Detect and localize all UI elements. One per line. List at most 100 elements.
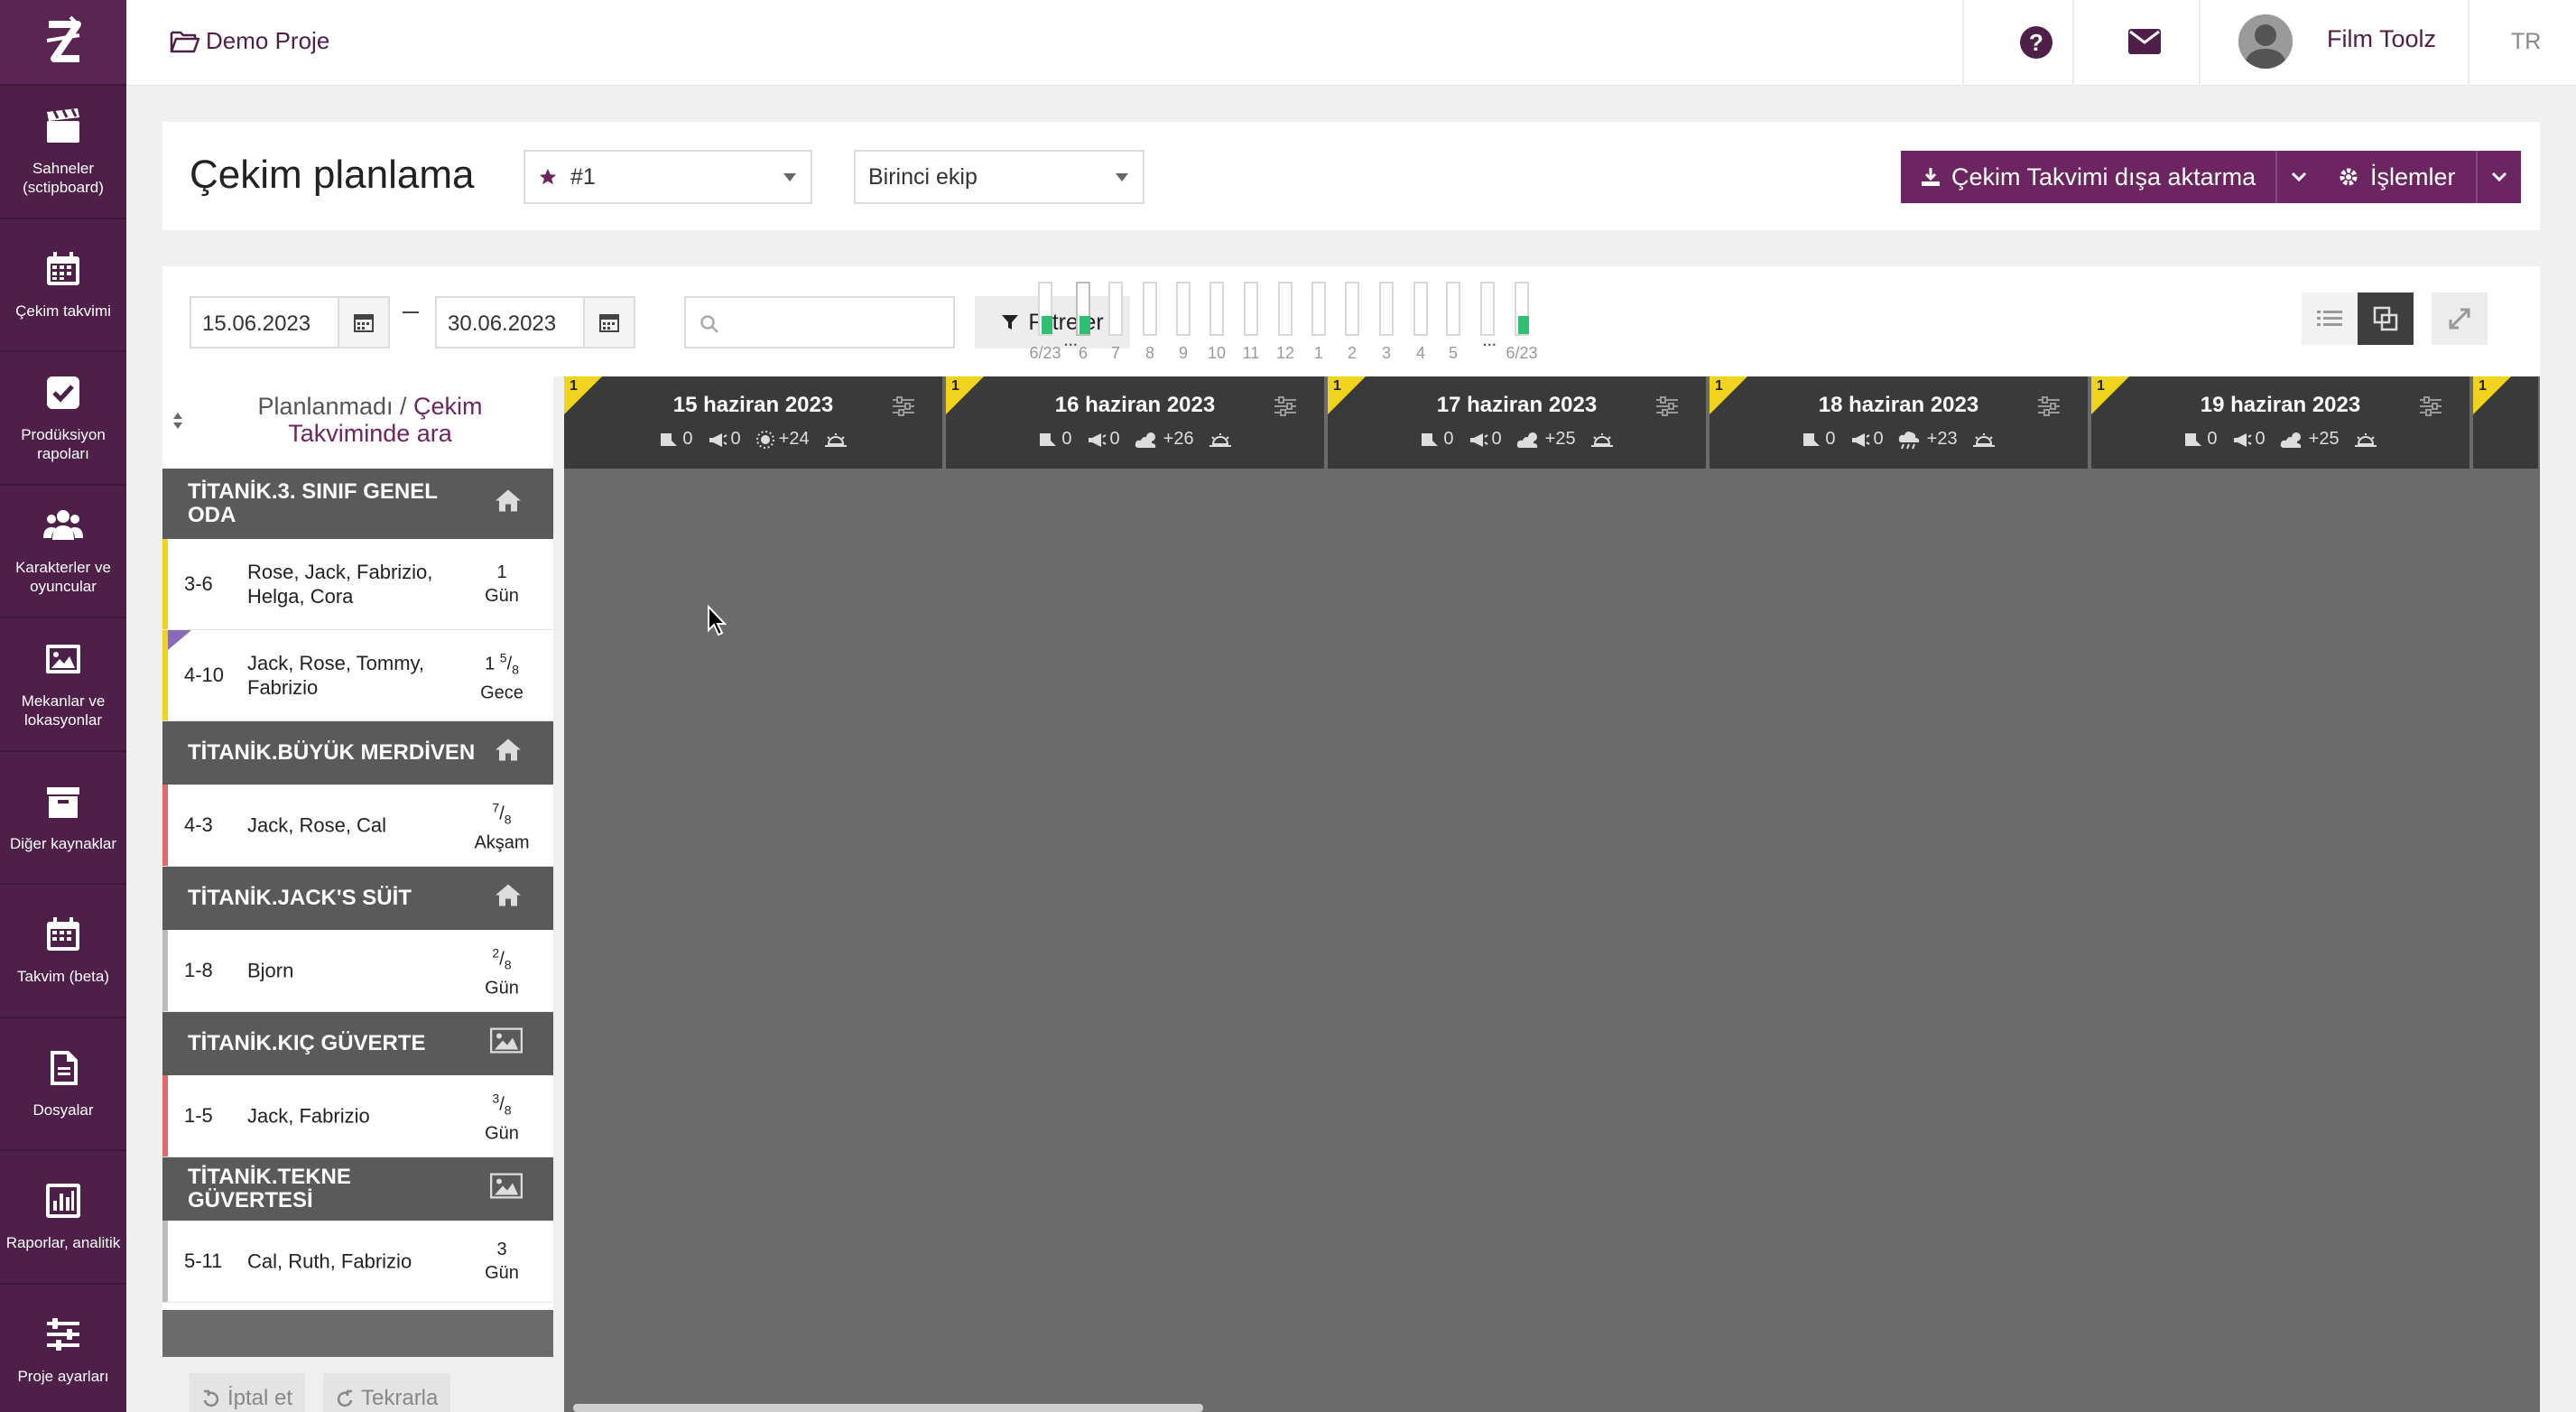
day-column-header[interactable]: 1 15 haziran 2023 0 0 +24	[564, 376, 944, 469]
sliders-icon[interactable]	[1655, 396, 1679, 416]
actor-call-icon	[1040, 432, 1057, 446]
megaphone-icon	[709, 432, 727, 447]
sunrise-icon	[1590, 432, 1613, 447]
chevron-down-icon	[1116, 173, 1128, 181]
scene-row[interactable]: 3-6 Rose, Jack, Fabrizio, Helga, Cora 1 G…	[162, 539, 553, 630]
location-group-header[interactable]: TİTANİK.3. SINIF GENEL ODA	[162, 469, 553, 539]
location-group-header[interactable]: TİTANİK.JACK'S SÜİT	[162, 867, 553, 930]
horizontal-scrollbar[interactable]	[573, 1404, 1203, 1412]
sidebar-item-characters[interactable]: Karakterler ve oyuncular	[0, 486, 126, 618]
day-settings-button[interactable]	[1274, 396, 1297, 421]
cancel-button[interactable]: İptal et	[190, 1373, 306, 1412]
redo-icon	[337, 1389, 353, 1407]
project-link[interactable]: Demo Proje	[170, 27, 329, 55]
actions-dropdown-toggle[interactable]	[2475, 151, 2521, 203]
sliders-icon[interactable]	[2419, 396, 2442, 416]
weather: +24	[755, 429, 810, 450]
timeline-day-bar[interactable]	[1412, 282, 1430, 341]
date-from-field[interactable]: 15.06.2023	[190, 296, 390, 348]
sidebar-item-files[interactable]: Dosyalar	[0, 1018, 126, 1151]
day-column-header[interactable]: 1	[2473, 376, 2540, 469]
day-date: 15 haziran 2023	[672, 393, 834, 417]
day-settings-button[interactable]	[2419, 396, 2442, 421]
redo-button[interactable]: Tekrarla	[323, 1373, 451, 1412]
sidebar-item-reports[interactable]: Prodüksiyon rapoları	[0, 352, 126, 486]
scene-color-strip	[162, 539, 168, 629]
sliders-icon[interactable]	[1274, 396, 1297, 416]
timeline-day-bar[interactable]	[1310, 282, 1328, 341]
day-column-header[interactable]: 1 19 haziran 2023 0 0 +25	[2091, 376, 2471, 469]
calendar-icon[interactable]	[338, 298, 388, 347]
sidebar-item-schedule[interactable]: Çekim takvimi	[0, 219, 126, 352]
location-group-header[interactable]: TİTANİK.BÜYÜK MERDİVEN	[162, 721, 553, 785]
timeline-day-bar[interactable]	[1036, 282, 1054, 341]
location-group-header[interactable]: TİTANİK.TEKNE GÜVERTESİ	[162, 1157, 553, 1221]
calendar-icon[interactable]	[583, 298, 634, 347]
scene-pages: 7/8	[492, 800, 512, 827]
export-schedule-button[interactable]: Çekim Takvimi dışa aktarma	[1901, 151, 2275, 203]
unscheduled-title: Planlanmadı / Çekim Takviminde ara	[199, 393, 542, 447]
fullscreen-button[interactable]	[2432, 293, 2488, 345]
stat-calls: 0	[1038, 429, 1072, 450]
timeline-day-bar[interactable]	[1107, 282, 1125, 341]
board-view-button[interactable]	[2358, 293, 2414, 345]
scene-row[interactable]: 5-11 Cal, Ruth, Fabrizio 3 Gün	[162, 1221, 553, 1303]
timeline-day-bar[interactable]	[1377, 282, 1395, 341]
logo[interactable]	[0, 0, 126, 86]
location-type	[489, 1173, 524, 1205]
scene-row[interactable]: 1-8 Bjorn 2/8 Gün	[162, 930, 553, 1012]
search-input[interactable]	[684, 296, 955, 348]
sidebar-item-locations[interactable]: Mekanlar ve lokasyonlar	[0, 618, 126, 752]
scene-row[interactable]: 4-3 Jack, Rose, Cal 7/8 Akşam	[162, 785, 553, 867]
cloud-sun-icon	[1516, 432, 1537, 448]
location-group-header[interactable]: TİTANİK.KIÇ GÜVERTE	[162, 1012, 553, 1075]
list-view-button[interactable]	[2302, 293, 2358, 345]
day-settings-button[interactable]	[892, 396, 915, 421]
language-switch[interactable]: TR	[2511, 29, 2541, 55]
sliders-icon[interactable]	[892, 396, 915, 416]
timeline-day-bar[interactable]	[1444, 282, 1462, 341]
sidebar-item-settings[interactable]: Proje ayarları	[0, 1285, 126, 1412]
sidebar-item-scenes[interactable]: Sahneler (sctipboard)	[0, 86, 126, 219]
user-name[interactable]: Film Toolz	[2327, 25, 2436, 53]
scene-length: 1 5/8 Gece	[470, 646, 533, 705]
day-settings-button[interactable]	[1655, 396, 1679, 421]
team-select[interactable]: Birinci ekip	[854, 150, 1144, 204]
export-dropdown-toggle[interactable]	[2275, 151, 2321, 203]
timeline-day-bar[interactable]	[1208, 282, 1226, 341]
scene-row[interactable]: 1-5 Jack, Fabrizio 3/8 Gün	[162, 1075, 553, 1157]
timeline-day-bar[interactable]	[1343, 282, 1361, 341]
sidebar-item-label: Çekim takvimi	[15, 302, 111, 320]
timeline-day-bar[interactable]	[1513, 282, 1531, 341]
location-type	[494, 488, 523, 520]
day-column-header[interactable]: 1 17 haziran 2023 0 0 +25	[1328, 376, 1708, 469]
archive-icon	[47, 786, 79, 818]
timeline-day-bar[interactable]	[1141, 282, 1159, 341]
sort-icon[interactable]	[171, 411, 184, 431]
day-column-header[interactable]: 1 16 haziran 2023 0 0 +26	[946, 376, 1326, 469]
timeline-day-label: 9	[1178, 344, 1188, 362]
timeline-day-label: 7	[1110, 344, 1120, 362]
date-to-field[interactable]: 30.06.2023	[435, 296, 635, 348]
scene-time-of-day: Gün	[485, 586, 519, 606]
actions-button[interactable]: İşlemler	[2318, 151, 2476, 203]
schedule-select[interactable]: #1	[524, 150, 812, 204]
timeline-start-label: 6/23	[1029, 344, 1061, 362]
day-settings-button[interactable]	[2037, 396, 2061, 421]
help-button[interactable]: ?	[2020, 26, 2052, 59]
scene-row[interactable]: 4-10 Jack, Rose, Tommy, Fabrizio 1 5/8 Ge…	[162, 630, 553, 721]
sidebar-item-label: Mekanlar ve lokasyonlar	[21, 692, 106, 729]
sidebar-item-analytics[interactable]: Raporlar, analitik	[0, 1151, 126, 1285]
sidebar-item-resources[interactable]: Diğer kaynaklar	[0, 752, 126, 885]
sunrise	[2354, 432, 2377, 448]
sliders-icon[interactable]	[2037, 396, 2061, 416]
day-column-header[interactable]: 1 18 haziran 2023 0 0 +23	[1710, 376, 2090, 469]
timeline-day-bar[interactable]	[1276, 282, 1294, 341]
location-type	[489, 1027, 524, 1060]
sidebar-item-calendar-beta[interactable]: Takvim (beta)	[0, 885, 126, 1018]
avatar[interactable]	[2238, 14, 2293, 69]
timeline-day-bar[interactable]	[1174, 282, 1192, 341]
unscheduled-label: Planlanmadı /	[257, 393, 414, 420]
timeline-day-bar[interactable]	[1242, 282, 1260, 341]
messages-button[interactable]	[2128, 29, 2161, 59]
